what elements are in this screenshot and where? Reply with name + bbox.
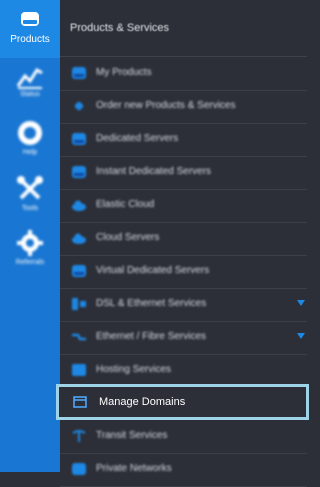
menu-item-label: Manage Domains [99,396,186,408]
rail-item-label: Referrals [15,259,45,266]
products-services-panel: Products & Services My Products Order ne… [56,0,309,487]
hosting-icon [72,364,86,376]
menu-item-label: Hosting Services [96,364,172,375]
menu-item-transit-services[interactable]: Transit Services [60,420,307,454]
rail-item-label: Products [10,34,50,45]
menu-item-label: Private Networks [96,463,172,474]
menu-item-instant-dedicated-servers[interactable]: Instant Dedicated Servers [60,156,307,190]
menu-item-private-networks[interactable]: Private Networks [60,453,307,487]
rail-item-products[interactable]: Products [0,0,60,58]
network-icon [72,463,86,475]
page-title: Products & Services [70,22,170,34]
rail-item-label: Status [20,91,40,98]
antenna-icon [72,430,86,442]
rail-item-status[interactable]: Status [0,64,60,108]
plus-icon [75,102,83,110]
rail-item-help[interactable]: Help [0,118,60,162]
chart-icon [16,67,43,89]
menu-item-label: Dedicated Servers [96,133,179,144]
icon-rail: Products Status Help Tools Referrals [0,0,60,472]
menu-item-label: Instant Dedicated Servers [96,166,212,177]
menu-item-label: DSL & Ethernet Services [96,298,207,309]
server-icon [72,265,86,277]
network-icon [72,298,86,310]
menu-item-virtual-dedicated-servers[interactable]: Virtual Dedicated Servers [60,255,307,289]
menu-item-hosting-services[interactable]: Hosting Services [60,354,307,388]
menu-item-label: My Products [96,67,152,78]
server-icon [72,166,86,178]
menu-item-label: Order new Products & Services [96,100,236,111]
menu-item-ethernet-fibre[interactable]: Ethernet / Fibre Services [60,321,307,355]
rail-item-label: Help [22,149,38,156]
server-icon [72,67,86,79]
rail-item-referrals[interactable]: Referrals [0,228,60,272]
menu-item-order-new[interactable]: Order new Products & Services [60,90,307,124]
window-icon [73,396,87,408]
cloud-icon [72,200,86,211]
rail-item-label: Tools [21,205,39,212]
chevron-down-icon[interactable] [297,300,305,306]
menu-item-label: Cloud Servers [96,232,160,243]
menu-item-my-products[interactable]: My Products [60,57,307,91]
cloud-icon [72,233,86,244]
gear-icon [17,230,43,256]
menu-item-cloud-servers[interactable]: Cloud Servers [60,222,307,256]
server-icon [72,133,86,145]
menu-item-label: Virtual Dedicated Servers [96,265,210,276]
server-icon [21,12,39,26]
chevron-down-icon[interactable] [297,333,305,339]
menu-item-manage-domains[interactable]: Manage Domains [56,384,309,420]
menu-item-label: Elastic Cloud [96,199,155,210]
menu-item-dsl-ethernet[interactable]: DSL & Ethernet Services [60,288,307,322]
fibre-icon [72,333,86,341]
rail-item-tools[interactable]: Tools [0,174,60,218]
menu-item-elastic-cloud[interactable]: Elastic Cloud [60,189,307,223]
lifebuoy-icon [18,121,42,145]
menu-item-label: Ethernet / Fibre Services [96,331,207,342]
menu-item-label: Transit Services [96,430,168,441]
panel-header: Products & Services [60,0,307,57]
menu-item-dedicated-servers[interactable]: Dedicated Servers [60,123,307,157]
tools-icon [17,176,43,200]
